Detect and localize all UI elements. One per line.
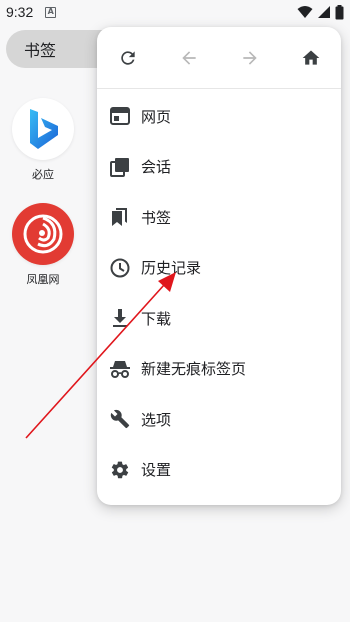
speed-dial-ifeng[interactable]: 凤凰网 xyxy=(10,203,76,287)
forward-button[interactable] xyxy=(219,27,280,88)
signal-icon xyxy=(318,6,330,18)
menu-item-label: 设置 xyxy=(141,461,172,480)
status-bar: 9:32 A xyxy=(0,0,350,24)
menu-item-tabs[interactable]: 网页 xyxy=(97,91,341,142)
bing-logo-icon xyxy=(30,109,58,149)
back-arrow-icon xyxy=(181,50,196,65)
menu-item-label: 网页 xyxy=(141,107,172,126)
bing-logo-tile xyxy=(12,98,74,160)
menu-item-label: 下载 xyxy=(141,309,172,328)
ifeng-logo-icon xyxy=(23,214,63,254)
home-button[interactable] xyxy=(280,27,341,88)
menu-item-label: 选项 xyxy=(141,410,172,429)
session-icon xyxy=(109,156,131,178)
battery-icon xyxy=(335,4,344,19)
menu-item-label: 书签 xyxy=(141,208,172,227)
menu-item-options[interactable]: 选项 xyxy=(97,394,341,445)
menu-item-label: 新建无痕标签页 xyxy=(141,360,247,379)
menu-items: 网页 会话 书签 历史记录 下载 新建无痕标签页 选项 设置 xyxy=(97,89,341,495)
speed-dial-bing[interactable]: 必应 xyxy=(10,98,76,182)
ifeng-logo-tile xyxy=(12,203,74,265)
refresh-icon xyxy=(120,50,135,65)
forward-arrow-icon xyxy=(242,50,257,65)
menu-item-bookmarks[interactable]: 书签 xyxy=(97,192,341,243)
wrench-icon xyxy=(109,408,131,430)
menu-toolbar xyxy=(97,27,341,89)
speed-dial-label: 凤凰网 xyxy=(26,273,60,286)
history-clock-icon xyxy=(109,257,131,279)
menu-item-settings[interactable]: 设置 xyxy=(97,445,341,496)
incognito-icon xyxy=(109,358,131,380)
status-time: 9:32 xyxy=(6,4,34,20)
overflow-menu: 网页 会话 书签 历史记录 下载 新建无痕标签页 选项 设置 xyxy=(97,27,341,505)
gear-icon xyxy=(109,459,131,481)
back-button[interactable] xyxy=(158,27,219,88)
menu-item-downloads[interactable]: 下载 xyxy=(97,293,341,344)
menu-item-new-incognito-tab[interactable]: 新建无痕标签页 xyxy=(97,344,341,395)
home-icon xyxy=(302,50,319,65)
menu-item-label: 历史记录 xyxy=(141,259,202,278)
status-icons xyxy=(297,4,344,20)
a-square-icon: A xyxy=(45,6,57,18)
menu-item-history[interactable]: 历史记录 xyxy=(97,243,341,294)
download-icon xyxy=(109,307,131,329)
menu-item-label: 会话 xyxy=(141,158,172,177)
refresh-button[interactable] xyxy=(97,27,158,88)
bookmark-icon xyxy=(109,206,131,228)
bookmarks-chip-label: 书签 xyxy=(24,41,57,60)
speed-dial-label: 必应 xyxy=(32,168,54,181)
tab-icon xyxy=(109,105,131,127)
wifi-icon xyxy=(297,6,313,18)
menu-item-sessions[interactable]: 会话 xyxy=(97,142,341,193)
